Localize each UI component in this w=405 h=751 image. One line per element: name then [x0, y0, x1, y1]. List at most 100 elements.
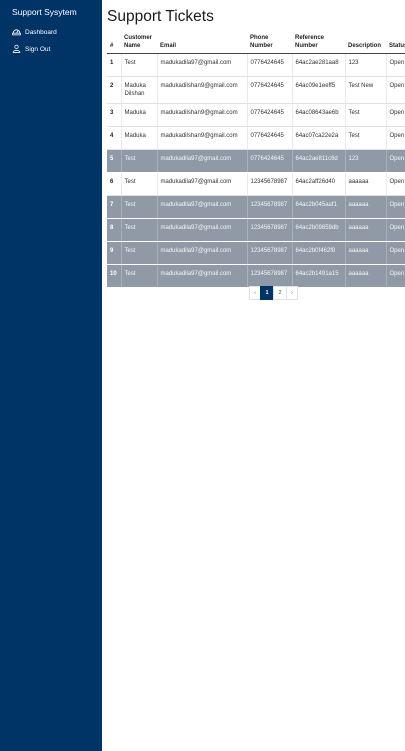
- table-row[interactable]: 6 Test madukadila97@gmail.com 12345678987 64…: [107, 172, 405, 196]
- main-content: Support Tickets # Customer Name Email Ph…: [102, 0, 405, 751]
- pagination-next-button[interactable]: ›: [286, 286, 298, 300]
- brand-title: Support Sysytem: [12, 7, 77, 17]
- sidebar: Support Sysytem Dashboard Sign Out: [0, 0, 102, 751]
- table-row[interactable]: 10 Test madukadila97@gmail.com 12345678987 6…: [107, 264, 405, 288]
- row-email: madukadilshan9@gmail.com: [157, 76, 248, 104]
- row-description: aaaaaa: [345, 264, 387, 288]
- row-status: Open: [386, 149, 405, 173]
- sidebar-item-label: Sign Out: [25, 46, 51, 53]
- row-status: Open: [386, 195, 405, 219]
- tickets-table: # Customer Name Email Phone Number Refer…: [107, 32, 405, 288]
- pagination-page-2[interactable]: 2: [273, 286, 287, 300]
- column-header-customer-name: Customer Name: [121, 32, 157, 54]
- dashboard-icon: [12, 27, 21, 38]
- row-description: Test: [345, 103, 387, 127]
- row-customer-name: Test: [121, 172, 158, 196]
- row-customer-name: Test: [121, 218, 158, 242]
- table-row[interactable]: 3 Maduka madukadilshan9@gmail.com 077642464…: [107, 103, 405, 127]
- sidebar-item-sign-out[interactable]: Sign Out: [12, 44, 50, 55]
- row-phone-number: 0776424645: [247, 53, 293, 77]
- row-description: aaaaaa: [345, 241, 387, 265]
- row-phone-number: 0776424645: [247, 149, 293, 173]
- row-number: 3: [107, 103, 122, 127]
- column-header-status: Status: [386, 32, 405, 54]
- pagination: ‹ 1 2 ›: [249, 286, 298, 300]
- table-row[interactable]: 8 Test madukadila97@gmail.com 12345678987 64…: [107, 218, 405, 242]
- row-description: Test: [345, 126, 387, 150]
- row-description: aaaaaa: [345, 195, 387, 219]
- row-email: madukadila97@gmail.com: [157, 241, 248, 265]
- row-customer-name: Test: [121, 264, 158, 288]
- row-description: 123: [345, 53, 387, 77]
- row-reference-number: 64ac2b0f462f8: [292, 241, 346, 265]
- row-description: aaaaaa: [345, 172, 387, 196]
- row-number: 4: [107, 126, 122, 150]
- table-row[interactable]: 4 Maduka madukadilshan9@gmail.com 077642464…: [107, 126, 405, 150]
- user-icon: [12, 44, 21, 55]
- row-email: madukadila97@gmail.com: [157, 195, 248, 219]
- row-reference-number: 64ac2b045aaf1: [292, 195, 346, 219]
- column-header-phone-number: Phone Number: [247, 32, 292, 54]
- row-customer-name: Maduka Dilshan: [121, 76, 158, 104]
- row-status: Open: [386, 53, 405, 77]
- row-number: 9: [107, 241, 122, 265]
- table-row[interactable]: 5 Test madukadila97@gmail.com 0776424645 64a…: [107, 149, 405, 173]
- row-status: Open: [386, 76, 405, 104]
- row-number: 6: [107, 172, 122, 196]
- row-phone-number: 0776424645: [247, 103, 293, 127]
- column-header-number: #: [107, 32, 121, 54]
- table-row[interactable]: 9 Test madukadila97@gmail.com 12345678987 64…: [107, 241, 405, 265]
- row-reference-number: 64ac08643ae6b: [292, 103, 346, 127]
- page-title: Support Tickets: [107, 8, 214, 25]
- row-reference-number: 64ac09e1eeff5: [292, 76, 346, 104]
- column-header-description: Description: [345, 32, 386, 54]
- row-phone-number: 12345678987: [247, 241, 293, 265]
- row-phone-number: 12345678987: [247, 218, 293, 242]
- row-email: madukadila97@gmail.com: [157, 172, 248, 196]
- table-row[interactable]: 7 Test madukadila97@gmail.com 12345678987 64…: [107, 195, 405, 219]
- row-number: 7: [107, 195, 122, 219]
- row-number: 5: [107, 149, 122, 173]
- row-description: 123: [345, 149, 387, 173]
- column-header-email: Email: [157, 32, 247, 54]
- pagination-page-1[interactable]: 1: [260, 286, 274, 300]
- row-description: aaaaaa: [345, 218, 387, 242]
- table-row[interactable]: 2 Maduka Dilshan madukadilshan9@gmail.com 0…: [107, 76, 405, 104]
- row-reference-number: 64ac07ca22e2a: [292, 126, 346, 150]
- row-email: madukadila97@gmail.com: [157, 53, 248, 77]
- row-reference-number: 64ac2aff26d40: [292, 172, 346, 196]
- row-email: madukadilshan9@gmail.com: [157, 126, 248, 150]
- sidebar-item-dashboard[interactable]: Dashboard: [12, 27, 57, 38]
- row-customer-name: Test: [121, 53, 158, 77]
- row-number: 2: [107, 76, 122, 104]
- row-status: Open: [386, 264, 405, 288]
- column-header-reference-number: Reference Number: [292, 32, 345, 54]
- row-phone-number: 12345678987: [247, 172, 293, 196]
- row-customer-name: Maduka: [121, 103, 158, 127]
- row-customer-name: Test: [121, 149, 158, 173]
- row-phone-number: 0776424645: [247, 126, 293, 150]
- row-email: madukadilshan9@gmail.com: [157, 103, 248, 127]
- sidebar-item-label: Dashboard: [25, 29, 57, 36]
- row-phone-number: 12345678987: [247, 264, 293, 288]
- row-email: madukadila97@gmail.com: [157, 264, 248, 288]
- row-reference-number: 64ac2b09859db: [292, 218, 346, 242]
- row-email: madukadila97@gmail.com: [157, 149, 248, 173]
- row-number: 8: [107, 218, 122, 242]
- row-status: Open: [386, 103, 405, 127]
- row-reference-number: 64ac2ae281aa8: [292, 53, 346, 77]
- row-reference-number: 64ac2b1491a15: [292, 264, 346, 288]
- row-customer-name: Test: [121, 241, 158, 265]
- row-email: madukadila97@gmail.com: [157, 218, 248, 242]
- row-status: Open: [386, 172, 405, 196]
- row-status: Open: [386, 218, 405, 242]
- row-customer-name: Test: [121, 195, 158, 219]
- row-reference-number: 64ac2ae811c6d: [292, 149, 346, 173]
- row-status: Open: [386, 241, 405, 265]
- row-phone-number: 0776424645: [247, 76, 293, 104]
- row-number: 1: [107, 53, 122, 77]
- row-description: Test New: [345, 76, 387, 104]
- table-row[interactable]: 1 Test madukadila97@gmail.com 0776424645 64a…: [107, 53, 405, 77]
- row-phone-number: 12345678987: [247, 195, 293, 219]
- row-status: Open: [386, 126, 405, 150]
